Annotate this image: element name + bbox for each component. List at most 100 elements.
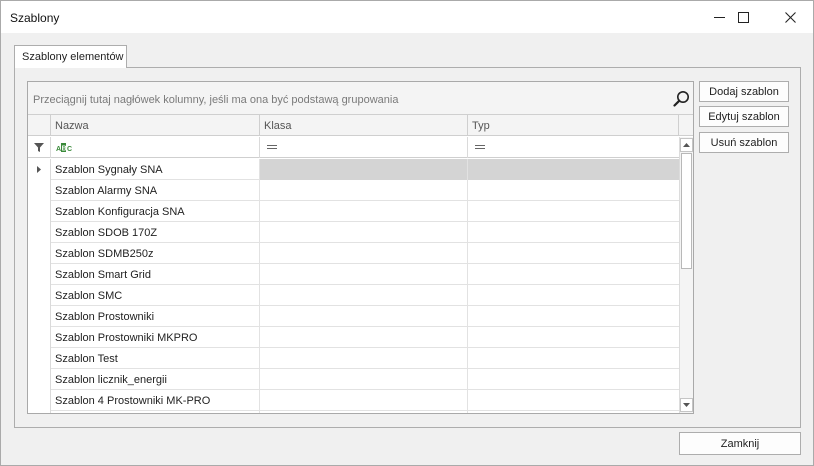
close-icon bbox=[784, 11, 796, 23]
dialog-window: Szablony Szablony elementów Przeciągnij … bbox=[0, 0, 814, 466]
cell-klasa[interactable] bbox=[260, 306, 468, 327]
cell-klasa[interactable] bbox=[260, 348, 468, 369]
cell-typ[interactable] bbox=[468, 348, 679, 369]
cell-typ[interactable] bbox=[468, 285, 679, 306]
cell-nazwa[interactable]: Szablon licznik_energii bbox=[51, 369, 260, 390]
row-indicator bbox=[28, 243, 51, 264]
filter-row-indicator bbox=[28, 137, 51, 158]
cell-nazwa[interactable]: Szablon Konfiguracja SNA bbox=[51, 201, 260, 222]
cell-typ[interactable] bbox=[468, 201, 679, 222]
filter-cell-klasa[interactable] bbox=[260, 137, 468, 158]
filter-funnel-icon bbox=[34, 143, 44, 152]
table-row[interactable]: Szablon Prostowniki bbox=[28, 306, 679, 327]
cell-nazwa[interactable]: Szablon SDMB250z bbox=[51, 243, 260, 264]
row-indicator bbox=[28, 264, 51, 285]
table-row[interactable]: Szablon Konfiguracja SNA bbox=[28, 201, 679, 222]
svg-text:B: B bbox=[62, 146, 67, 153]
templates-grid: Przeciągnij tutaj nagłówek kolumny, jeśl… bbox=[27, 81, 694, 414]
cell-klasa[interactable] bbox=[260, 264, 468, 285]
cell-typ[interactable] bbox=[468, 180, 679, 201]
cell-typ[interactable] bbox=[468, 264, 679, 285]
add-template-button[interactable]: Dodaj szablon bbox=[699, 81, 789, 102]
filter-cell-typ[interactable] bbox=[468, 137, 679, 158]
row-indicator bbox=[28, 369, 51, 390]
cell-nazwa[interactable]: Szablon Test bbox=[51, 348, 260, 369]
cell-nazwa[interactable]: Szablon SMC bbox=[51, 285, 260, 306]
cell-typ bbox=[468, 411, 679, 413]
cell-typ[interactable] bbox=[468, 222, 679, 243]
svg-text:A: A bbox=[56, 146, 61, 152]
remove-template-button[interactable]: Usuń szablon bbox=[699, 132, 789, 153]
cell-nazwa[interactable]: Szablon Alarmy SNA bbox=[51, 180, 260, 201]
edit-template-button[interactable]: Edytuj szablon bbox=[699, 106, 789, 127]
table-row[interactable]: Szablon Prostowniki MKPRO bbox=[28, 327, 679, 348]
cell-typ[interactable] bbox=[468, 306, 679, 327]
equals-icon bbox=[267, 145, 277, 149]
column-header-typ[interactable]: Typ bbox=[468, 115, 679, 136]
cell-typ[interactable] bbox=[468, 243, 679, 264]
cell-klasa[interactable] bbox=[260, 243, 468, 264]
cell-typ[interactable] bbox=[468, 159, 679, 180]
scrollbar-thumb[interactable] bbox=[681, 153, 692, 269]
group-by-panel[interactable]: Przeciągnij tutaj nagłówek kolumny, jeśl… bbox=[28, 82, 693, 115]
scroll-up-button[interactable] bbox=[680, 138, 693, 152]
cell-typ[interactable] bbox=[468, 327, 679, 348]
cell-klasa[interactable] bbox=[260, 159, 468, 180]
column-header-row: Nazwa Klasa Typ bbox=[28, 115, 693, 136]
close-button[interactable]: Zamknij bbox=[679, 432, 801, 455]
table-row[interactable]: Szablon Alarmy SNA bbox=[28, 180, 679, 201]
cell-typ[interactable] bbox=[468, 390, 679, 411]
row-indicator bbox=[28, 348, 51, 369]
row-indicator bbox=[28, 411, 51, 413]
title-bar[interactable]: Szablony bbox=[1, 1, 813, 33]
filter-cell-nazwa[interactable]: A B C bbox=[51, 137, 260, 158]
tab-label: Szablony elementów bbox=[22, 51, 124, 63]
chevron-up-icon bbox=[683, 143, 690, 147]
cell-klasa bbox=[260, 411, 468, 413]
cell-klasa[interactable] bbox=[260, 222, 468, 243]
table-row[interactable]: Szablon Sygnały SNA bbox=[28, 159, 679, 180]
chevron-down-icon bbox=[683, 403, 690, 407]
table-row[interactable]: Szablon SDOB 170Z bbox=[28, 222, 679, 243]
group-panel-hint: Przeciągnij tutaj nagłówek kolumny, jeśl… bbox=[33, 94, 399, 106]
vertical-scrollbar[interactable] bbox=[679, 137, 693, 413]
cell-klasa[interactable] bbox=[260, 180, 468, 201]
maximize-icon bbox=[737, 11, 749, 23]
row-indicator bbox=[28, 180, 51, 201]
table-row[interactable]: Szablon 4 Prostowniki MK-PRO bbox=[28, 390, 679, 411]
row-indicator bbox=[28, 222, 51, 243]
cell-klasa[interactable] bbox=[260, 390, 468, 411]
row-indicator-header bbox=[28, 115, 51, 136]
cell-klasa[interactable] bbox=[260, 327, 468, 348]
table-row[interactable]: Szablon Smart Grid bbox=[28, 264, 679, 285]
find-panel-button[interactable] bbox=[671, 88, 691, 108]
row-indicator bbox=[28, 390, 51, 411]
table-row[interactable]: Szablon SMC bbox=[28, 285, 679, 306]
column-header-klasa[interactable]: Klasa bbox=[260, 115, 468, 136]
cell-nazwa[interactable]: Szablon SDOB 170Z bbox=[51, 222, 260, 243]
focused-row-arrow-icon bbox=[37, 166, 41, 173]
maximize-button[interactable] bbox=[720, 1, 766, 33]
table-row[interactable]: Szablon SDMB250z bbox=[28, 243, 679, 264]
row-indicator bbox=[28, 159, 51, 180]
cell-klasa[interactable] bbox=[260, 369, 468, 390]
cell-klasa[interactable] bbox=[260, 285, 468, 306]
window-title: Szablony bbox=[10, 11, 60, 25]
cell-typ[interactable] bbox=[468, 369, 679, 390]
tab-szablony-elementow[interactable]: Szablony elementów bbox=[14, 45, 127, 68]
table-row[interactable]: Szablon licznik_energii bbox=[28, 369, 679, 390]
auto-filter-row: A B C bbox=[28, 137, 679, 158]
table-row[interactable]: Szablon Test bbox=[28, 348, 679, 369]
cell-nazwa[interactable]: Szablon Sygnały SNA bbox=[51, 159, 260, 180]
svg-text:C: C bbox=[67, 146, 72, 152]
close-window-button[interactable] bbox=[767, 1, 813, 33]
cell-nazwa[interactable]: Szablon Smart Grid bbox=[51, 264, 260, 285]
scroll-down-button[interactable] bbox=[680, 398, 693, 412]
cell-klasa[interactable] bbox=[260, 201, 468, 222]
cell-nazwa[interactable]: Szablon Prostowniki bbox=[51, 306, 260, 327]
cell-nazwa[interactable]: Szablon 4 Prostowniki MK-PRO bbox=[51, 390, 260, 411]
cell-nazwa[interactable]: Szablon Prostowniki MKPRO bbox=[51, 327, 260, 348]
row-indicator bbox=[28, 201, 51, 222]
column-header-nazwa[interactable]: Nazwa bbox=[51, 115, 260, 136]
table-row-partial bbox=[28, 411, 679, 413]
